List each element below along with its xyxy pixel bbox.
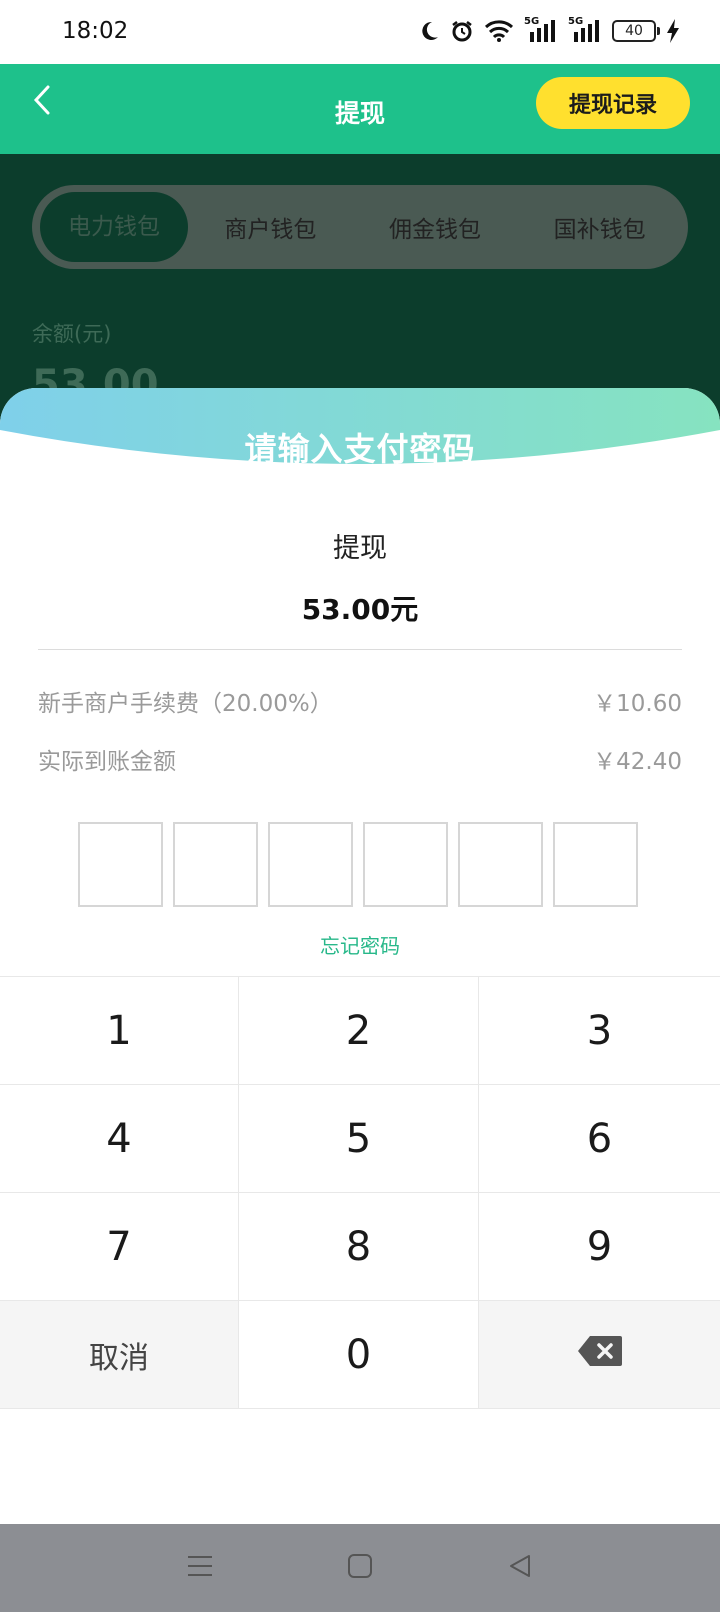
key-6[interactable]: 6 (479, 1085, 720, 1193)
key-5[interactable]: 5 (239, 1085, 479, 1193)
sheet-banner: 请输入支付密码 (0, 388, 720, 478)
pin-box[interactable] (363, 822, 448, 907)
pin-box[interactable] (268, 822, 353, 907)
key-2[interactable]: 2 (239, 977, 479, 1085)
tab-power-wallet[interactable]: 电力钱包 (40, 192, 188, 262)
key-7[interactable]: 7 (0, 1193, 239, 1301)
delete-button[interactable] (479, 1301, 720, 1409)
number-keypad: 1 2 3 4 5 6 7 8 9 取消 0 (0, 976, 720, 1409)
tab-commission-wallet[interactable]: 佣金钱包 (353, 210, 518, 244)
system-nav-bar (0, 1524, 720, 1612)
balance-label: 余额(元) (32, 322, 112, 346)
tab-subsidy-wallet[interactable]: 国补钱包 (517, 210, 682, 244)
signal-icon: 5G (568, 16, 602, 42)
alarm-icon (450, 19, 474, 43)
wallet-tabs: 电力钱包 商户钱包 佣金钱包 国补钱包 (32, 185, 688, 269)
withdraw-label: 提现 (333, 533, 387, 564)
actual-amount-row: 实际到账金额 ￥42.40 (38, 742, 682, 776)
forgot-password-link[interactable]: 忘记密码 (0, 930, 720, 959)
cancel-button[interactable]: 取消 (0, 1301, 239, 1409)
battery-icon: 40 (612, 20, 660, 42)
pin-box[interactable] (173, 822, 258, 907)
back-triangle-icon (507, 1553, 533, 1583)
fee-value: ￥10.60 (593, 691, 682, 717)
key-1[interactable]: 1 (0, 977, 239, 1085)
actual-amount-label: 实际到账金额 (38, 749, 176, 775)
sheet-title: 请输入支付密码 (244, 430, 476, 468)
pin-box[interactable] (458, 822, 543, 907)
key-9[interactable]: 9 (479, 1193, 720, 1301)
moon-icon (418, 20, 440, 42)
payment-password-sheet: 请输入支付密码 提现 53.00元 新手商户手续费（20.00%） ￥10.60… (0, 388, 720, 1524)
pin-box[interactable] (78, 822, 163, 907)
status-bar: 18:02 5G 5G 40 (0, 0, 720, 64)
status-time: 18:02 (62, 18, 129, 44)
menu-icon (186, 1554, 214, 1582)
fee-row: 新手商户手续费（20.00%） ￥10.60 (38, 684, 682, 718)
back-button[interactable] (22, 82, 62, 122)
menu-button[interactable] (170, 1538, 230, 1598)
withdraw-amount: 53.00元 (301, 593, 419, 626)
key-0[interactable]: 0 (239, 1301, 479, 1409)
app-header: 提现 提现记录 (0, 64, 720, 154)
signal-icon: 5G (524, 16, 558, 42)
home-icon (347, 1553, 373, 1583)
pin-input[interactable] (78, 822, 638, 907)
wifi-icon (484, 20, 514, 42)
backspace-icon (577, 1335, 622, 1374)
chevron-left-icon (32, 84, 52, 120)
key-8[interactable]: 8 (239, 1193, 479, 1301)
key-4[interactable]: 4 (0, 1085, 239, 1193)
tab-merchant-wallet[interactable]: 商户钱包 (188, 210, 353, 244)
key-3[interactable]: 3 (479, 977, 720, 1085)
network-label: 5G (568, 16, 584, 27)
divider (38, 649, 682, 650)
home-button[interactable] (330, 1538, 390, 1598)
network-label: 5G (524, 16, 540, 27)
charging-icon (666, 19, 680, 43)
status-icons: 5G 5G 40 (418, 16, 680, 43)
fee-label: 新手商户手续费（20.00%） (38, 691, 333, 717)
actual-amount-value: ￥42.40 (593, 749, 682, 775)
pin-box[interactable] (553, 822, 638, 907)
withdraw-records-button[interactable]: 提现记录 (536, 77, 690, 129)
wallet-overview: 电力钱包 商户钱包 佣金钱包 国补钱包 余额(元) 53.00 (0, 154, 720, 394)
nav-back-button[interactable] (490, 1538, 550, 1598)
